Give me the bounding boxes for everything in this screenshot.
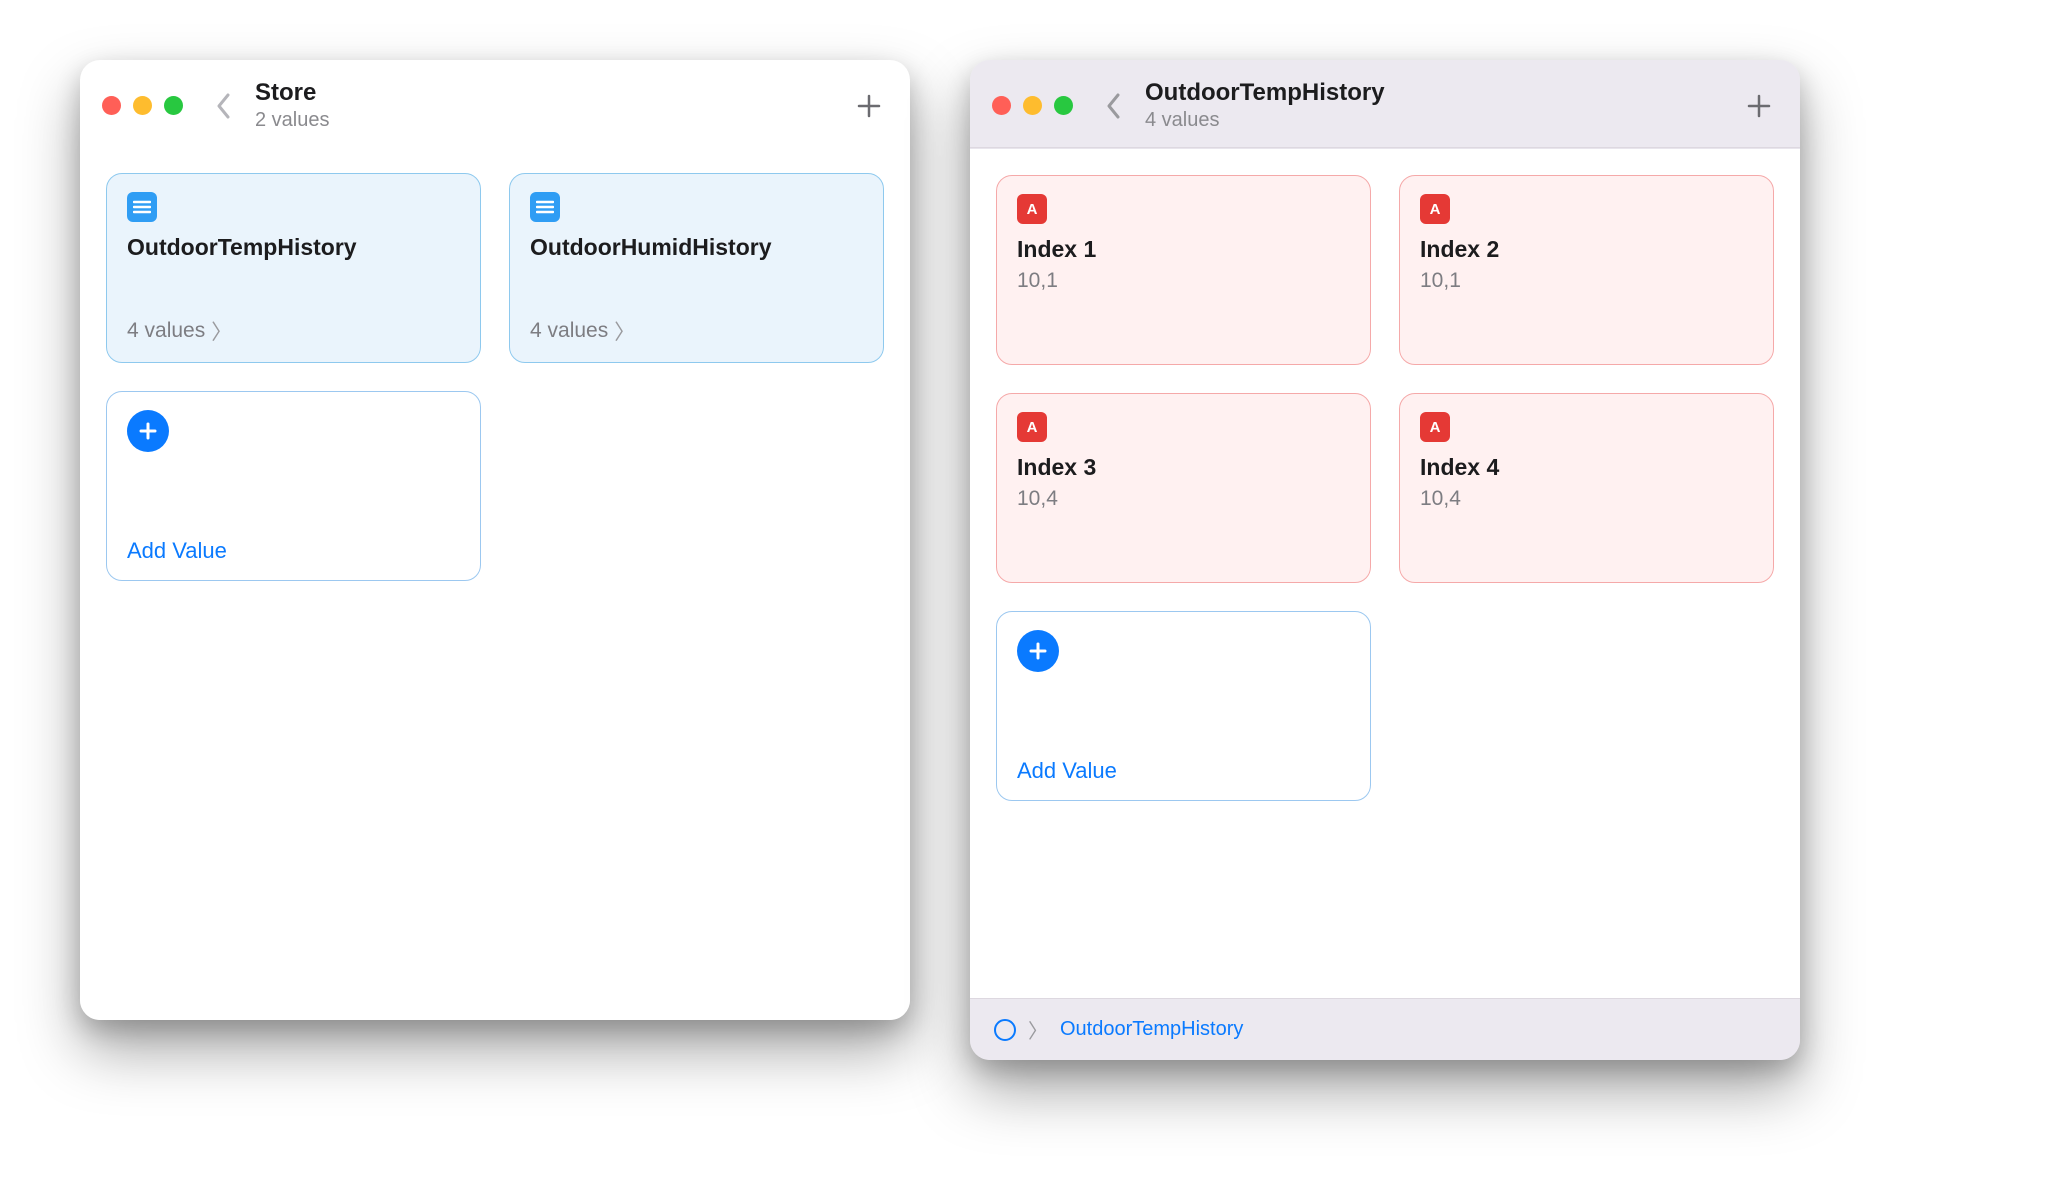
minimize-window-button[interactable]: [1023, 96, 1042, 115]
content-area: OutdoorTempHistory 4 values 〉 OutdoorHum…: [80, 147, 910, 1020]
add-value-card[interactable]: Add Value: [106, 391, 481, 581]
plus-icon: [1027, 640, 1049, 662]
value-card-index-3[interactable]: A Index 3 10,4: [996, 393, 1371, 583]
add-circle-icon: [1017, 630, 1059, 672]
card-footer: 4 values 〉: [127, 316, 460, 346]
card-title: OutdoorTempHistory: [127, 234, 460, 261]
card-value: 10,1: [1420, 269, 1753, 293]
add-button[interactable]: [1740, 87, 1778, 125]
minimize-window-button[interactable]: [133, 96, 152, 115]
chevron-right-icon: 〉: [211, 316, 232, 346]
card-value: 10,1: [1017, 269, 1350, 293]
store-window: Store 2 values OutdoorTempHistory 4 valu…: [80, 60, 910, 1020]
card-grid: OutdoorTempHistory 4 values 〉 OutdoorHum…: [106, 173, 884, 581]
add-button[interactable]: [850, 87, 888, 125]
card-title: Index 3: [1017, 454, 1350, 481]
content-area: A Index 1 10,1 A Index 2 10,1 A Index 3 …: [970, 148, 1800, 998]
fullscreen-window-button[interactable]: [164, 96, 183, 115]
chevron-right-icon: 〉: [614, 316, 635, 346]
card-value: 10,4: [1420, 487, 1753, 511]
card-title: Index 2: [1420, 236, 1753, 263]
type-badge-icon: A: [1420, 412, 1450, 442]
type-badge-icon: A: [1420, 194, 1450, 224]
titlebar: OutdoorTempHistory 4 values: [970, 60, 1800, 148]
card-value: 10,4: [1017, 487, 1350, 511]
window-title: Store: [255, 78, 330, 108]
store-card-outdoor-temp-history[interactable]: OutdoorTempHistory 4 values 〉: [106, 173, 481, 363]
back-button[interactable]: [207, 89, 241, 123]
titlebar: Store 2 values: [80, 60, 910, 147]
chevron-left-icon: [1106, 93, 1122, 119]
card-footer-label: 4 values: [127, 319, 205, 343]
breadcrumb: 〉 OutdoorTempHistory: [970, 998, 1800, 1060]
back-button[interactable]: [1097, 89, 1131, 123]
list-icon: [127, 192, 157, 222]
history-window: OutdoorTempHistory 4 values A Index 1 10…: [970, 60, 1800, 1060]
card-footer: 4 values 〉: [530, 316, 863, 346]
traffic-lights: [992, 96, 1073, 115]
plus-icon: [1746, 93, 1772, 119]
add-value-label: Add Value: [1017, 758, 1350, 784]
store-card-outdoor-humid-history[interactable]: OutdoorHumidHistory 4 values 〉: [509, 173, 884, 363]
add-value-card[interactable]: Add Value: [996, 611, 1371, 801]
card-title: Index 1: [1017, 236, 1350, 263]
type-badge-icon: A: [1017, 412, 1047, 442]
traffic-lights: [102, 96, 183, 115]
close-window-button[interactable]: [102, 96, 121, 115]
chevron-right-icon: 〉: [1028, 1015, 1048, 1044]
breadcrumb-root-icon[interactable]: [994, 1019, 1016, 1041]
value-card-index-2[interactable]: A Index 2 10,1: [1399, 175, 1774, 365]
breadcrumb-current[interactable]: OutdoorTempHistory: [1060, 1018, 1243, 1041]
add-circle-icon: [127, 410, 169, 452]
value-card-index-1[interactable]: A Index 1 10,1: [996, 175, 1371, 365]
window-subtitle: 2 values: [255, 108, 330, 133]
window-subtitle: 4 values: [1145, 108, 1385, 133]
title-stack: OutdoorTempHistory 4 values: [1145, 78, 1385, 133]
card-grid: A Index 1 10,1 A Index 2 10,1 A Index 3 …: [996, 175, 1774, 801]
plus-icon: [856, 93, 882, 119]
chevron-left-icon: [216, 93, 232, 119]
window-title: OutdoorTempHistory: [1145, 78, 1385, 108]
card-footer-label: 4 values: [530, 319, 608, 343]
card-title: OutdoorHumidHistory: [530, 234, 863, 261]
list-icon: [530, 192, 560, 222]
plus-icon: [137, 420, 159, 442]
fullscreen-window-button[interactable]: [1054, 96, 1073, 115]
card-title: Index 4: [1420, 454, 1753, 481]
close-window-button[interactable]: [992, 96, 1011, 115]
title-stack: Store 2 values: [255, 78, 330, 133]
type-badge-icon: A: [1017, 194, 1047, 224]
add-value-label: Add Value: [127, 538, 460, 564]
value-card-index-4[interactable]: A Index 4 10,4: [1399, 393, 1774, 583]
